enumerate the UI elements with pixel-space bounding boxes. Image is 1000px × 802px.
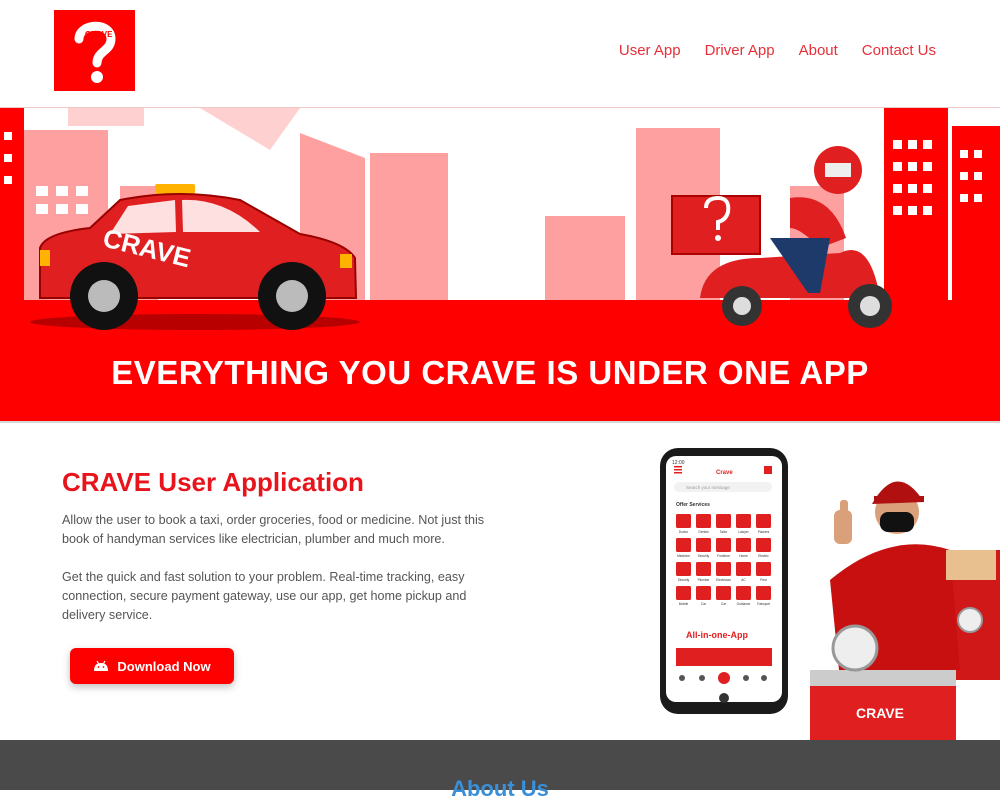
- app-preview-illustration: CRAVE 12:00 Crave Search your message Of…: [640, 440, 1000, 747]
- main-nav: User App Driver App About Contact Us: [619, 42, 936, 59]
- hero-headline: EVERYTHING YOU CRAVE IS UNDER ONE APP: [111, 354, 869, 391]
- service-tile[interactable]: [756, 514, 771, 528]
- service-label: AC: [741, 578, 746, 582]
- service-tile[interactable]: [736, 514, 751, 528]
- service-tile[interactable]: [676, 538, 691, 552]
- service-label: Plumber: [698, 578, 711, 582]
- site-header: CRAVE User App Driver App About Contact …: [0, 0, 1000, 108]
- service-label: Doctor: [679, 530, 689, 534]
- service-tile[interactable]: [676, 562, 691, 576]
- delivery-man-illustration: CRAVE: [810, 481, 1000, 742]
- service-label: Mobile: [679, 602, 689, 606]
- android-icon: [94, 660, 109, 671]
- service-tile[interactable]: [716, 586, 731, 600]
- nav-user-app[interactable]: User App: [619, 42, 681, 59]
- service-tile[interactable]: [696, 514, 711, 528]
- service-label: Furniture: [717, 554, 730, 558]
- nav-about[interactable]: About: [799, 42, 838, 59]
- service-label: Dentist: [699, 530, 709, 534]
- svg-text:CRAVE: CRAVE: [856, 705, 904, 721]
- user-app-description-2: Get the quick and fast solution to your …: [62, 570, 467, 622]
- about-section: About Us: [0, 740, 1000, 801]
- svg-text:Crave: Crave: [716, 470, 733, 476]
- service-tile[interactable]: [696, 538, 711, 552]
- service-tile[interactable]: [676, 514, 691, 528]
- svg-text:CRAVE: CRAVE: [85, 30, 113, 39]
- service-tile[interactable]: [716, 562, 731, 576]
- phone-mockup: CRAVE 12:00 Crave Search your message Of…: [660, 448, 1000, 742]
- section-divider: [0, 421, 1000, 423]
- service-label: Security: [698, 554, 710, 558]
- service-label: Home: [739, 554, 748, 558]
- service-tile[interactable]: [736, 562, 751, 576]
- service-label: Medicine: [677, 554, 690, 558]
- service-label: Security: [678, 578, 690, 582]
- nav-driver-app[interactable]: Driver App: [705, 42, 775, 59]
- user-app-title: CRAVE User Application: [62, 467, 364, 497]
- hero-banner: CRAVE EVERYTHING YOU CRAVE IS UNDER ONE …: [0, 108, 1000, 421]
- service-tile[interactable]: [676, 586, 691, 600]
- service-label: Electric: [758, 554, 769, 558]
- service-tile[interactable]: [716, 514, 731, 528]
- service-label: Transport: [757, 602, 771, 606]
- service-tile[interactable]: [756, 562, 771, 576]
- svg-text:All-in-one-App: All-in-one-App: [686, 630, 748, 640]
- nav-contact-us[interactable]: Contact Us: [862, 42, 936, 59]
- download-now-button[interactable]: Download Now: [70, 648, 234, 684]
- svg-text:12:00: 12:00: [672, 460, 685, 466]
- service-tile[interactable]: [736, 538, 751, 552]
- service-tile[interactable]: [756, 538, 771, 552]
- question-mark-logo-icon: CRAVE: [74, 21, 116, 83]
- user-app-description-1: Allow the user to book a taxi, order gro…: [62, 513, 485, 546]
- service-label: Guidance: [737, 602, 751, 606]
- service-label: Packers: [758, 530, 770, 534]
- service-label: Pest: [760, 578, 766, 582]
- service-label: Lawyer: [738, 530, 749, 534]
- svg-text:Search your message: Search your message: [686, 485, 730, 490]
- download-now-label: Download Now: [117, 658, 211, 674]
- service-tile[interactable]: [756, 586, 771, 600]
- service-tile[interactable]: [716, 538, 731, 552]
- crave-logo[interactable]: CRAVE: [54, 10, 135, 91]
- service-tile[interactable]: [696, 562, 711, 576]
- service-tile[interactable]: [696, 586, 711, 600]
- service-label: Tailor: [720, 530, 729, 534]
- about-us-title: About Us: [451, 776, 549, 801]
- svg-text:Offer Services: Offer Services: [676, 502, 710, 508]
- service-tile[interactable]: [736, 586, 751, 600]
- service-label: Electrician: [716, 578, 731, 582]
